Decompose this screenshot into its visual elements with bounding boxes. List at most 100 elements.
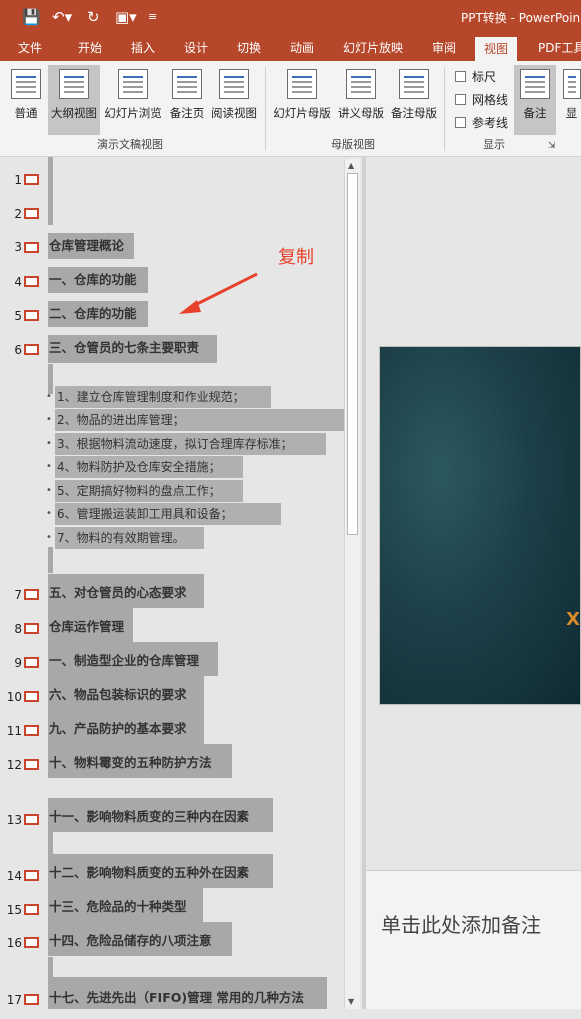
- notes-page-icon: [172, 69, 202, 99]
- scroll-up-icon[interactable]: ▲: [348, 161, 354, 170]
- slide-number: 6: [14, 343, 22, 357]
- reading-view-icon: [219, 69, 249, 99]
- slide-icon[interactable]: [24, 276, 39, 287]
- group-separator: [444, 67, 445, 151]
- bullet-dot: •: [46, 391, 52, 402]
- undo-icon[interactable]: ↶▾: [52, 7, 72, 27]
- slide-icon[interactable]: [24, 814, 39, 825]
- slide-number: 8: [14, 622, 22, 636]
- slide-title[interactable]: 仓库运作管理: [48, 608, 133, 642]
- arrow-head: [179, 300, 201, 314]
- slide-title[interactable]: 十四、危险品储存的八项注意: [48, 922, 232, 956]
- customize-toolbar-icon[interactable]: ≡: [148, 7, 157, 27]
- slide-icon[interactable]: [24, 589, 39, 600]
- gridlines-checkbox[interactable]: 网格线: [455, 91, 508, 108]
- scrollbar-thumb[interactable]: [347, 173, 358, 535]
- bullet-dot: •: [46, 438, 52, 449]
- bullet-item[interactable]: 4、物料防护及仓库安全措施；: [55, 456, 243, 478]
- presentation-icon[interactable]: ▣▾: [115, 7, 137, 27]
- slide-title[interactable]: 十二、影响物料质变的五种外在因素: [48, 854, 273, 888]
- slide-title[interactable]: 九、产品防护的基本要求: [48, 710, 204, 744]
- dialog-launcher-icon[interactable]: ⇲: [548, 141, 556, 151]
- slide-icon[interactable]: [24, 242, 39, 253]
- slide-number: 2: [14, 207, 22, 221]
- slide-title[interactable]: 五、对仓管员的心态要求: [48, 574, 204, 608]
- tab-transitions[interactable]: 切换: [237, 39, 261, 56]
- save-icon[interactable]: 💾: [22, 7, 41, 27]
- tab-home[interactable]: 开始: [78, 39, 102, 56]
- slide-icon[interactable]: [24, 759, 39, 770]
- normal-view-icon: [11, 69, 41, 99]
- tab-insert[interactable]: 插入: [131, 39, 155, 56]
- vertical-scrollbar[interactable]: ▲ ▼: [344, 159, 360, 1009]
- redo-icon[interactable]: ↻: [87, 7, 100, 27]
- slide-canvas[interactable]: X: [379, 346, 581, 705]
- slide-title[interactable]: 二、仓库的功能: [48, 301, 148, 327]
- guides-checkbox[interactable]: 参考线: [455, 114, 508, 131]
- bullet-dot: •: [46, 414, 52, 425]
- slide-title[interactable]: 十三、危险品的十种类型: [48, 888, 203, 922]
- bullet-item[interactable]: 7、物料的有效期管理。: [55, 527, 204, 549]
- tab-file[interactable]: 文件: [18, 39, 42, 56]
- slide-icon[interactable]: [24, 657, 39, 668]
- tab-animations[interactable]: 动画: [290, 39, 314, 56]
- slide-icon[interactable]: [24, 904, 39, 915]
- outline-view-button[interactable]: 大纲视图: [48, 65, 100, 135]
- slide-number: 3: [14, 240, 22, 254]
- slide-number: 1: [14, 173, 22, 187]
- slide-icon[interactable]: [24, 344, 39, 355]
- group-label-show: 显示: [483, 138, 505, 151]
- bullet-item[interactable]: 2、物品的进出库管理；: [55, 409, 344, 431]
- window-title: PPT转换 - PowerPoin: [461, 11, 581, 25]
- slide-number: 9: [14, 656, 22, 670]
- reading-view-button[interactable]: 阅读视图: [208, 65, 260, 135]
- tab-review[interactable]: 审阅: [432, 39, 456, 56]
- tab-view[interactable]: 视图: [475, 37, 518, 61]
- slide-icon[interactable]: [24, 174, 39, 185]
- slide-title[interactable]: 六、物品包装标识的要求: [48, 676, 204, 710]
- bullet-item[interactable]: 6、管理搬运装卸工用具和设备；: [55, 503, 281, 525]
- slide-icon[interactable]: [24, 691, 39, 702]
- title-bar: 💾 ↶▾ ↻ ▣▾ ≡ PPT转换 - PowerPoin: [0, 0, 581, 35]
- slide-icon[interactable]: [24, 725, 39, 736]
- slide-master-button[interactable]: 幻灯片母版: [270, 65, 334, 135]
- tab-pdf-tools[interactable]: PDF工具: [538, 39, 581, 56]
- slide-icon[interactable]: [24, 310, 39, 321]
- slide-title[interactable]: 一、仓库的功能: [48, 267, 148, 293]
- group-label-presentation-views: 演示文稿视图: [97, 138, 163, 151]
- tab-design[interactable]: 设计: [184, 39, 208, 56]
- slide-title[interactable]: 一、制造型企业的仓库管理: [48, 642, 218, 676]
- slide-sorter-button[interactable]: 幻灯片浏览: [102, 65, 164, 135]
- bullet-dot: •: [46, 461, 52, 472]
- slide-number: 7: [14, 588, 22, 602]
- slide-number: 10: [6, 690, 22, 704]
- bullet-item[interactable]: 5、定期搞好物料的盘点工作；: [55, 480, 243, 502]
- tab-slideshow[interactable]: 幻灯片放映: [343, 39, 403, 56]
- group-label-master-views: 母版视图: [331, 138, 375, 151]
- slide-title[interactable]: 十、物料霉变的五种防护方法: [48, 744, 232, 778]
- slide-icon[interactable]: [24, 994, 39, 1005]
- bullet-item[interactable]: 1、建立仓库管理制度和作业规范；: [55, 386, 271, 408]
- slide-icon[interactable]: [24, 870, 39, 881]
- ribbon: 普通 大纲视图 幻灯片浏览 备注页 阅读视图 幻灯片母版 讲义母版 备注母版 标…: [0, 61, 581, 157]
- slide-title[interactable]: 三、仓管员的七条主要职责: [48, 335, 217, 363]
- slide-icon[interactable]: [24, 208, 39, 219]
- arrow-shaft: [188, 272, 258, 310]
- slide-title[interactable]: 十一、影响物料质变的三种内在因素: [48, 798, 273, 832]
- handout-master-button[interactable]: 讲义母版: [334, 65, 388, 135]
- slide-title[interactable]: 十七、先进先出（FIFO)管理 常用的几种方法: [48, 977, 327, 1009]
- notes-button[interactable]: 备注: [514, 65, 556, 135]
- display-button[interactable]: 显: [562, 65, 581, 135]
- slide-icon[interactable]: [24, 937, 39, 948]
- normal-view-button[interactable]: 普通: [6, 65, 46, 135]
- slide-number: 12: [6, 758, 22, 772]
- scroll-down-icon[interactable]: ▼: [348, 997, 354, 1006]
- notes-pane[interactable]: 单击此处添加备注: [366, 870, 581, 1009]
- notes-master-button[interactable]: 备注母版: [388, 65, 440, 135]
- ruler-checkbox[interactable]: 标尺: [455, 68, 496, 85]
- slide-title[interactable]: 仓库管理概论: [48, 233, 134, 259]
- bullet-item[interactable]: 3、根据物料流动速度，拟订合理库存标准；: [55, 433, 326, 455]
- handout-master-icon: [346, 69, 376, 99]
- notes-page-button[interactable]: 备注页: [166, 65, 208, 135]
- slide-icon[interactable]: [24, 623, 39, 634]
